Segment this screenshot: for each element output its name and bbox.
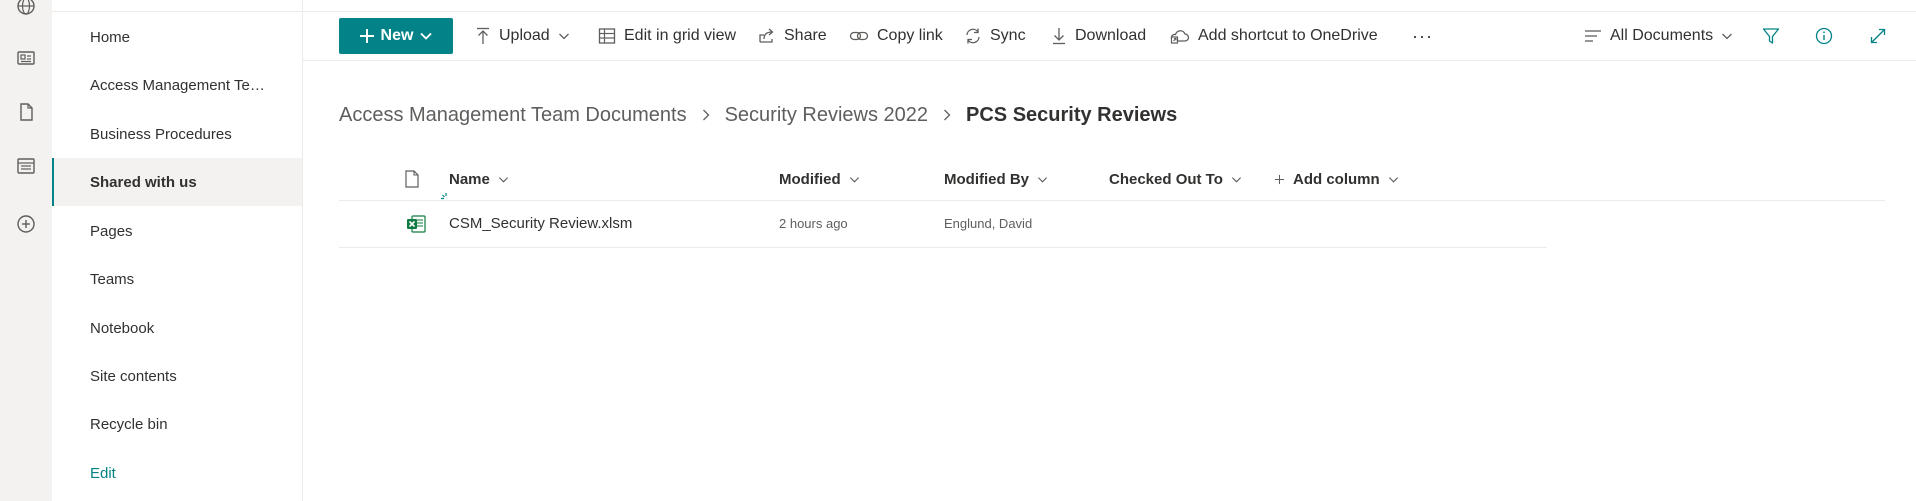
nav-item-label: Pages bbox=[90, 222, 133, 240]
file-name-link[interactable]: CSM_Security Review.xlsm bbox=[449, 200, 632, 247]
nav-item-label: Notebook bbox=[90, 319, 155, 337]
excel-file-icon bbox=[406, 200, 426, 247]
edit-navigation-link[interactable]: Edit bbox=[52, 449, 302, 497]
column-label: Modified By bbox=[944, 170, 1029, 188]
share-button[interactable]: Share bbox=[758, 12, 827, 60]
grid-icon bbox=[598, 28, 616, 44]
modified-by-column-header[interactable]: Modified By bbox=[944, 158, 1048, 200]
edit-grid-view-button[interactable]: Edit in grid view bbox=[598, 12, 736, 60]
view-list-icon bbox=[1585, 30, 1601, 42]
column-label: Name bbox=[449, 170, 490, 188]
globe-icon[interactable] bbox=[14, 0, 38, 18]
sync-label: Sync bbox=[990, 27, 1026, 44]
breadcrumb: Access Management Team Documents Securit… bbox=[339, 100, 1177, 130]
document-icon bbox=[405, 170, 419, 188]
edit-grid-view-label: Edit in grid view bbox=[624, 27, 737, 44]
new-button[interactable]: New bbox=[339, 18, 453, 54]
share-label: Share bbox=[784, 27, 827, 44]
link-icon bbox=[849, 31, 869, 41]
breadcrumb-item[interactable]: Access Management Team Documents bbox=[339, 104, 687, 127]
chevron-right-icon bbox=[701, 108, 711, 122]
nav-item-label: Shared with us bbox=[90, 173, 197, 191]
nav-item-pages[interactable]: Pages bbox=[52, 207, 302, 255]
nav-item-label: Teams bbox=[90, 270, 135, 288]
more-commands-button[interactable]: ··· bbox=[1412, 12, 1433, 60]
document-icon[interactable] bbox=[14, 100, 38, 124]
edit-link-label: Edit bbox=[90, 464, 116, 482]
download-label: Download bbox=[1075, 27, 1147, 44]
breadcrumb-current: PCS Security Reviews bbox=[966, 103, 1178, 126]
chevron-down-icon bbox=[1037, 176, 1048, 183]
filter-button[interactable] bbox=[1762, 12, 1780, 60]
add-shortcut-button[interactable]: Add shortcut to OneDrive bbox=[1170, 12, 1378, 60]
view-switcher[interactable]: All Documents bbox=[1584, 12, 1733, 60]
nav-item-shared-with-us[interactable]: Shared with us bbox=[52, 158, 302, 206]
upload-label: Upload bbox=[499, 27, 550, 44]
column-label: Modified bbox=[779, 170, 841, 188]
nav-item-label: Home bbox=[90, 28, 131, 46]
column-label: Checked Out To bbox=[1109, 170, 1223, 188]
nav-item-notebook[interactable]: Notebook bbox=[52, 304, 302, 352]
download-icon bbox=[1053, 28, 1065, 45]
table-row[interactable]: CSM_Security Review.xlsm 2 hours ago Eng… bbox=[339, 193, 1547, 248]
filter-icon bbox=[1762, 28, 1780, 44]
sync-icon bbox=[966, 28, 980, 44]
expand-button[interactable] bbox=[1869, 12, 1887, 60]
nav-item-teams[interactable]: Teams bbox=[52, 255, 302, 303]
add-circle-icon[interactable] bbox=[14, 212, 38, 236]
file-type-column-header[interactable] bbox=[404, 158, 420, 200]
site-navigation: Home Access Management Tea... Business P… bbox=[52, 0, 303, 501]
nav-item-site-contents[interactable]: Site contents bbox=[52, 352, 302, 400]
add-column-label: Add column bbox=[1293, 170, 1380, 188]
nav-item-recycle-bin[interactable]: Recycle bin bbox=[52, 400, 302, 448]
modified-by-value[interactable]: Englund, David bbox=[944, 200, 1032, 247]
app-rail bbox=[0, 0, 52, 501]
expand-icon bbox=[1870, 28, 1886, 44]
chevron-down-icon bbox=[1231, 176, 1241, 183]
chevron-down-icon bbox=[558, 33, 569, 40]
chevron-down-icon bbox=[498, 176, 508, 183]
new-button-label: New bbox=[380, 27, 414, 44]
add-column-button[interactable]: Add column bbox=[1274, 158, 1399, 200]
add-shortcut-label: Add shortcut to OneDrive bbox=[1198, 27, 1378, 44]
command-bar: New Upload Edit in grid view Share Copy … bbox=[302, 12, 1916, 61]
nav-item-business-procedures[interactable]: Business Procedures bbox=[52, 110, 302, 158]
plus-icon bbox=[1274, 174, 1285, 184]
view-label: All Documents bbox=[1610, 27, 1714, 44]
news-icon[interactable] bbox=[14, 46, 38, 70]
copy-link-button[interactable]: Copy link bbox=[849, 12, 943, 60]
breadcrumb-item[interactable]: Security Reviews 2022 bbox=[725, 104, 928, 127]
modified-column-header[interactable]: Modified bbox=[779, 158, 860, 200]
list-header: Name Modified Modified By Checked Out To… bbox=[339, 158, 1885, 201]
nav-item-label: Access Management Tea... bbox=[90, 76, 270, 94]
sync-button[interactable]: Sync bbox=[964, 12, 1026, 60]
nav-item-label: Business Procedures bbox=[90, 125, 232, 143]
info-icon bbox=[1815, 27, 1833, 45]
nav-item-access-management[interactable]: Access Management Tea... bbox=[52, 61, 302, 109]
modified-value: 2 hours ago bbox=[779, 216, 848, 231]
chevron-down-icon bbox=[1722, 33, 1733, 40]
list-icon[interactable] bbox=[14, 154, 38, 178]
info-button[interactable] bbox=[1815, 12, 1833, 60]
nav-item-home[interactable]: Home bbox=[52, 13, 302, 61]
more-icon: ··· bbox=[1412, 25, 1433, 46]
checked-out-to-column-header[interactable]: Checked Out To bbox=[1109, 158, 1242, 200]
cloud-shortcut-icon bbox=[1170, 30, 1190, 44]
name-column-header[interactable]: Name bbox=[449, 158, 509, 200]
copy-link-label: Copy link bbox=[877, 27, 943, 44]
chevron-down-icon bbox=[420, 32, 433, 40]
upload-icon bbox=[477, 27, 489, 44]
chevron-right-icon bbox=[942, 108, 952, 122]
nav-item-label: Site contents bbox=[90, 367, 177, 385]
nav-item-label: Recycle bin bbox=[90, 415, 168, 433]
download-button[interactable]: Download bbox=[1051, 12, 1146, 60]
chevron-down-icon bbox=[849, 176, 859, 183]
chevron-down-icon bbox=[1388, 176, 1398, 183]
plus-icon bbox=[359, 29, 374, 43]
upload-button[interactable]: Upload bbox=[475, 12, 570, 60]
share-icon bbox=[759, 28, 774, 43]
